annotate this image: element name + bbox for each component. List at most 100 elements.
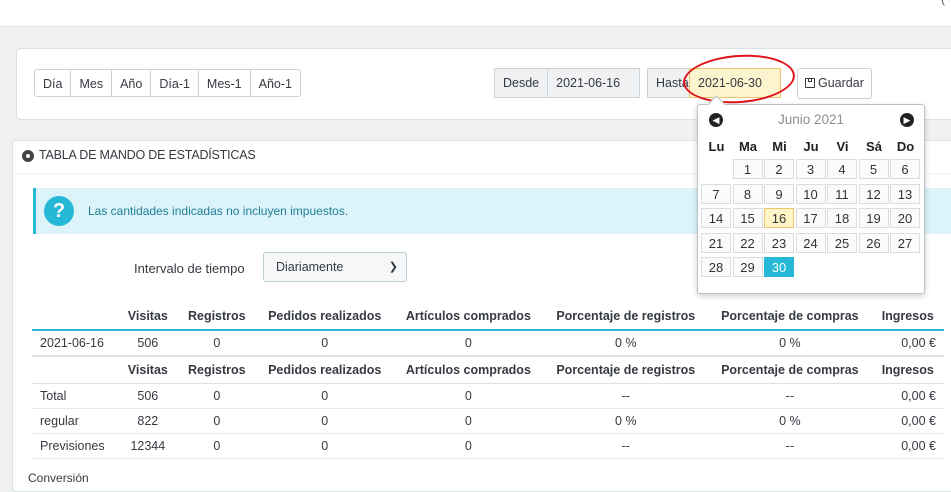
summary-header-articulos: Artículos comprados	[393, 355, 544, 384]
calendar-day[interactable]: 29	[732, 257, 763, 277]
cell-pct-compras: --	[708, 383, 872, 409]
weekday-header: Lu	[708, 139, 725, 154]
interval-label: Intervalo de tiempo	[134, 261, 245, 276]
panel-title: TABLA DE MANDO DE ESTADÍSTICAS	[22, 148, 256, 162]
weekday-header: Mi	[772, 139, 787, 154]
datepicker-month-title: Junio 2021	[777, 112, 845, 127]
preset-mes-1-button[interactable]: Mes-1	[197, 69, 251, 97]
calendar-day[interactable]: 5	[858, 159, 889, 179]
table-summary-header-row: Visitas Registros Pedidos realizados Art…	[32, 355, 944, 384]
desde-label: Desde	[494, 68, 549, 98]
stats-table: Visitas Registros Pedidos realizados Art…	[32, 303, 944, 459]
table-row: 2021-06-16 506 0 0 0 0 % 0 % 0,00 €	[32, 330, 944, 357]
summary-header-ingresos: Ingresos	[871, 355, 944, 384]
summary-header-registros: Registros	[177, 355, 256, 384]
date-preset-group: Día Mes Año Día-1 Mes-1 Año-1	[34, 69, 301, 97]
cell-articulos: 0	[393, 433, 544, 459]
calendar-day[interactable]: 4	[827, 159, 857, 179]
desde-input-group: Desde 2021-06-16	[494, 68, 641, 98]
calendar-day[interactable]: 11	[827, 183, 857, 204]
calendar-day[interactable]: 9	[764, 183, 794, 204]
cell-pct-compras: 0 %	[708, 408, 872, 434]
cell-articulos: 0	[393, 330, 544, 357]
col-header-pedidos: Pedidos realizados	[255, 303, 394, 331]
table-row-total: Total 506 0 0 0 -- -- 0,00 €	[32, 383, 944, 409]
calendar-day[interactable]: 15	[732, 208, 763, 228]
calendar-day[interactable]: 17	[795, 208, 826, 228]
cell-pct-registros: --	[543, 433, 709, 459]
save-button[interactable]: Guardar	[797, 68, 872, 99]
hasta-date-field[interactable]: 2021-06-30	[689, 68, 781, 98]
interval-select[interactable]: Diariamente ❯	[263, 252, 407, 282]
cell-pedidos: 0	[255, 330, 394, 357]
interval-select-value: Diariamente	[276, 260, 344, 274]
cell-ingresos: 0,00 €	[871, 408, 944, 434]
calendar-day[interactable]: 26	[858, 232, 889, 253]
calendar-day[interactable]: 20	[890, 208, 920, 228]
col-header-visitas: Visitas	[118, 303, 178, 331]
weekday-header: Ma	[738, 139, 758, 154]
table-row-regular: regular 822 0 0 0 0 % 0 % 0,00 €	[32, 408, 944, 434]
calendar-day[interactable]: 3	[795, 159, 826, 179]
calendar-day[interactable]: 22	[732, 232, 763, 253]
cell-pct-compras: 0 %	[708, 330, 872, 357]
calendar-day[interactable]: 19	[858, 208, 889, 228]
summary-header-blank	[32, 355, 118, 384]
calendar-day[interactable]: 25	[827, 232, 857, 253]
table-row-previsiones: Previsiones 12344 0 0 0 -- -- 0,00 €	[32, 433, 944, 459]
calendar-day[interactable]: 14	[701, 208, 731, 228]
preset-dia-1-button[interactable]: Día-1	[150, 69, 199, 97]
summary-header-pedidos: Pedidos realizados	[255, 355, 394, 384]
calendar-day[interactable]: 6	[890, 159, 920, 179]
preset-mes-button[interactable]: Mes	[70, 69, 113, 97]
cell-pedidos: 0	[255, 383, 394, 409]
cell-visitas: 506	[118, 383, 178, 409]
calendar-day[interactable]: 23	[764, 232, 794, 253]
preset-dia-button[interactable]: Día	[34, 69, 72, 97]
weekday-header: Ju	[803, 139, 819, 154]
cell-articulos: 0	[393, 408, 544, 434]
col-header-ingresos: Ingresos	[871, 303, 944, 331]
summary-header-visitas: Visitas	[118, 355, 178, 384]
summary-header-pct-compras: Porcentaje de compras	[708, 355, 872, 384]
calendar-day[interactable]: 10	[795, 183, 826, 204]
datepicker-popup: ◀ Junio 2021 ▶ Lu Ma Mi Ju Vi Sá Do 1 2 3 4 5 6 7 8 9 10…	[697, 95, 925, 294]
conversion-section-label: Conversión	[28, 471, 89, 485]
calendar-day[interactable]: 16	[764, 208, 794, 228]
preset-ano-1-button[interactable]: Año-1	[249, 69, 301, 97]
calendar-day[interactable]: 28	[701, 257, 731, 277]
desde-date-field[interactable]: 2021-06-16	[548, 68, 641, 98]
cell-pct-registros: 0 %	[543, 408, 709, 434]
calendar-day[interactable]: 27	[890, 232, 920, 253]
cell-date: 2021-06-16	[32, 330, 118, 357]
cell-pedidos: 0	[255, 408, 394, 434]
calendar-day[interactable]: 12	[858, 183, 889, 204]
calendar-day[interactable]: 1	[732, 159, 763, 179]
dashboard-icon	[22, 150, 36, 162]
calendar-day[interactable]: 7	[701, 183, 731, 204]
preset-ano-button[interactable]: Año	[111, 69, 152, 97]
col-header-articulos: Artículos comprados	[393, 303, 544, 331]
cell-label: Previsiones	[32, 433, 118, 459]
cell-registros: 0	[177, 330, 256, 357]
calendar-day[interactable]: 30	[764, 257, 794, 277]
calendar-day[interactable]: 13	[890, 183, 920, 204]
next-month-icon[interactable]: ▶	[900, 113, 914, 127]
cell-visitas: 822	[118, 408, 178, 434]
calendar-day[interactable]: 24	[795, 232, 826, 253]
top-bar-glyph: (	[941, 0, 945, 6]
calendar-day[interactable]: 18	[827, 208, 857, 228]
save-button-label: Guardar	[818, 76, 864, 90]
col-header-registros: Registros	[177, 303, 256, 331]
top-bar: (	[0, 0, 951, 27]
cell-registros: 0	[177, 408, 256, 434]
calendar-day[interactable]: 21	[701, 232, 731, 253]
summary-header-pct-registros: Porcentaje de registros	[543, 355, 709, 384]
cell-pct-registros: --	[543, 383, 709, 409]
cell-label: Total	[32, 383, 118, 409]
calendar-day[interactable]: 8	[732, 183, 763, 204]
table-header-row: Visitas Registros Pedidos realizados Art…	[32, 303, 944, 331]
tax-info-message: Las cantidades indicadas no incluyen imp…	[88, 204, 349, 218]
calendar-day[interactable]: 2	[764, 159, 794, 179]
weekday-header: Do	[896, 139, 915, 154]
